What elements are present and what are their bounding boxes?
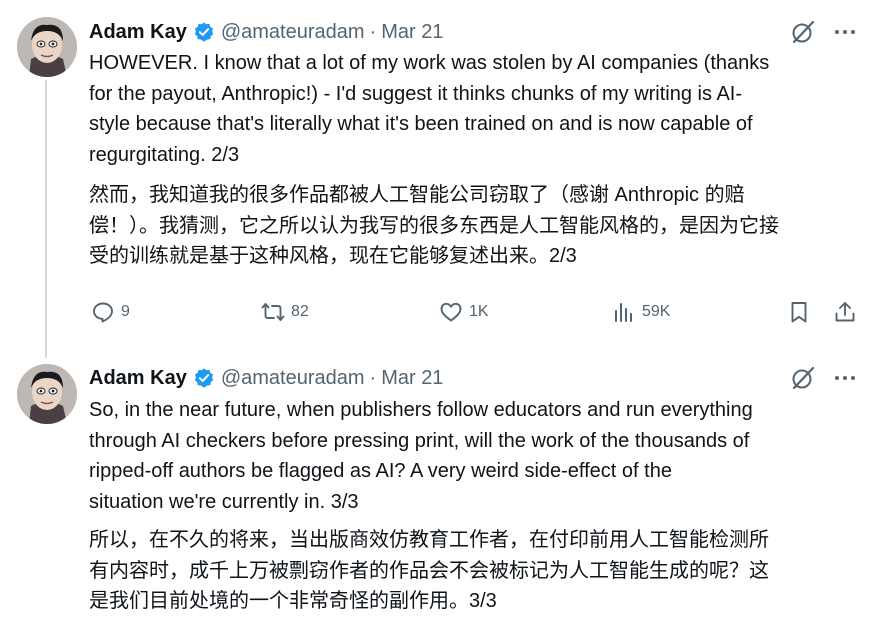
avatar[interactable]: [17, 364, 77, 424]
tweet-text-chinese: 所以，在不久的将来，当出版商效仿教育工作者，在付印前用人工智能检测所 有内容时，…: [89, 529, 769, 612]
more-icon[interactable]: [832, 19, 858, 45]
avatar[interactable]: [17, 17, 77, 77]
like-icon: [440, 302, 462, 322]
reply-count: 9: [121, 303, 130, 320]
author-handle[interactable]: @amateuradam: [221, 21, 365, 44]
views-count: 59K: [642, 303, 671, 320]
separator-dot: ·: [369, 20, 377, 43]
tweet-1[interactable]: Adam Kay @amateuradam · Mar 21 HOWEVER. …: [0, 0, 873, 350]
like-count: 1K: [469, 303, 489, 320]
more-icon[interactable]: [832, 365, 858, 391]
views-icon: [615, 303, 632, 322]
tweet-date[interactable]: Mar 21: [381, 21, 443, 44]
tweet-header: Adam Kay @amateuradam · Mar 21: [89, 18, 443, 46]
tweet-text-english: So, in the near future, when publishers …: [89, 399, 753, 513]
repost-icon: [261, 303, 285, 321]
share-button[interactable]: [833, 300, 857, 324]
bookmark-button[interactable]: [787, 300, 811, 324]
bookmark-icon: [791, 302, 807, 323]
tweet-header: Adam Kay @amateuradam · Mar 21: [89, 364, 443, 392]
action-bar: 9 82 1K 59K: [89, 300, 864, 330]
like-button[interactable]: 1K: [439, 300, 489, 324]
share-icon: [835, 302, 855, 322]
reply-button[interactable]: 9: [91, 300, 130, 324]
tweet-text-english: HOWEVER. I know that a lot of my work wa…: [89, 52, 770, 166]
separator-dot: ·: [369, 366, 377, 389]
author-handle[interactable]: @amateuradam: [221, 367, 365, 390]
grok-icon[interactable]: [790, 365, 816, 391]
views-button[interactable]: 59K: [612, 300, 670, 324]
verified-badge-icon: [194, 22, 213, 42]
verified-badge-icon: [194, 368, 213, 388]
repost-button[interactable]: 82: [261, 300, 309, 324]
tweet-text-chinese: 然而，我知道我的很多作品都被人工智能公司窃取了（感谢 Anthropic 的赔 …: [89, 184, 779, 267]
tweet-date[interactable]: Mar 21: [381, 367, 443, 390]
grok-icon[interactable]: [790, 19, 816, 45]
author-name[interactable]: Adam Kay: [89, 21, 187, 44]
tweet-2[interactable]: Adam Kay @amateuradam · Mar 21 So, in th…: [0, 350, 873, 624]
author-name[interactable]: Adam Kay: [89, 367, 187, 390]
repost-count: 82: [291, 303, 309, 320]
reply-icon: [93, 302, 113, 323]
